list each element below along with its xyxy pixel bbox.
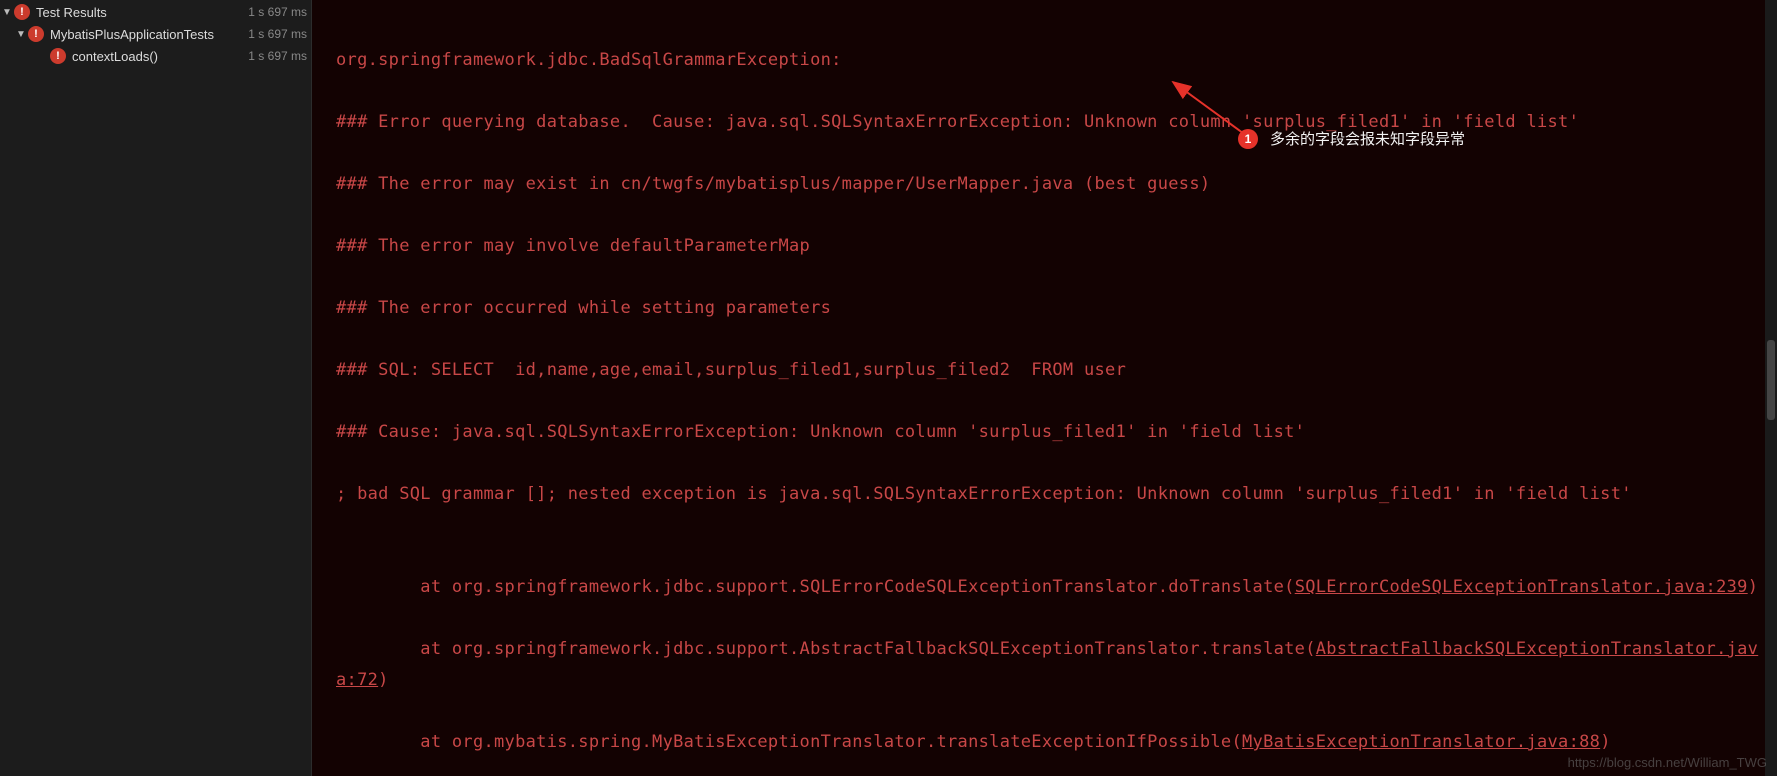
console-output[interactable]: org.springframework.jdbc.BadSqlGrammarEx… — [312, 0, 1777, 776]
log-line: at org.springframework.jdbc.support.Abst… — [336, 634, 1759, 696]
fail-icon: ! — [50, 48, 66, 64]
tree-row-root[interactable]: ▼ ! Test Results 1 s 697 ms — [0, 1, 311, 23]
scrollbar[interactable] — [1765, 0, 1777, 776]
tree-time: 1 s 697 ms — [248, 49, 307, 63]
chevron-down-icon[interactable]: ▼ — [0, 7, 14, 18]
log-line: ### Cause: java.sql.SQLSyntaxErrorExcept… — [336, 417, 1759, 448]
chevron-down-icon[interactable]: ▼ — [14, 29, 28, 40]
console-panel: org.springframework.jdbc.BadSqlGrammarEx… — [312, 0, 1777, 776]
log-line: ### SQL: SELECT id,name,age,email,surplu… — [336, 355, 1759, 386]
tree-row-test[interactable]: ! contextLoads() 1 s 697 ms — [0, 45, 311, 67]
scrollbar-thumb[interactable] — [1767, 340, 1775, 420]
tree-label: MybatisPlusApplicationTests — [50, 27, 244, 42]
log-line: ### The error occurred while setting par… — [336, 293, 1759, 324]
fail-icon: ! — [28, 26, 44, 42]
tree-time: 1 s 697 ms — [248, 5, 307, 19]
log-line: at org.springframework.jdbc.support.SQLE… — [336, 572, 1759, 603]
fail-icon: ! — [14, 4, 30, 20]
log-line: ### The error may involve defaultParamet… — [336, 231, 1759, 262]
tree-time: 1 s 697 ms — [248, 27, 307, 41]
log-line: org.springframework.jdbc.BadSqlGrammarEx… — [336, 45, 1759, 76]
tree-label: Test Results — [36, 5, 244, 20]
tree-label: contextLoads() — [72, 49, 244, 64]
watermark: https://blog.csdn.net/William_TWG — [1568, 755, 1767, 770]
log-line: ### The error may exist in cn/twgfs/myba… — [336, 169, 1759, 200]
annotation-arrow-icon — [1167, 76, 1257, 146]
stacktrace-link[interactable]: MyBatisExceptionTranslator.java:88 — [1242, 732, 1600, 752]
test-tree-panel: ▼ ! Test Results 1 s 697 ms ▼ ! MybatisP… — [0, 0, 312, 776]
log-line: ; bad SQL grammar []; nested exception i… — [336, 479, 1759, 510]
log-line: ### Error querying database. Cause: java… — [336, 107, 1759, 138]
tree-row-suite[interactable]: ▼ ! MybatisPlusApplicationTests 1 s 697 … — [0, 23, 311, 45]
stacktrace-link[interactable]: SQLErrorCodeSQLExceptionTranslator.java:… — [1295, 577, 1748, 597]
log-line: at org.mybatis.spring.MyBatisExceptionTr… — [336, 727, 1759, 758]
